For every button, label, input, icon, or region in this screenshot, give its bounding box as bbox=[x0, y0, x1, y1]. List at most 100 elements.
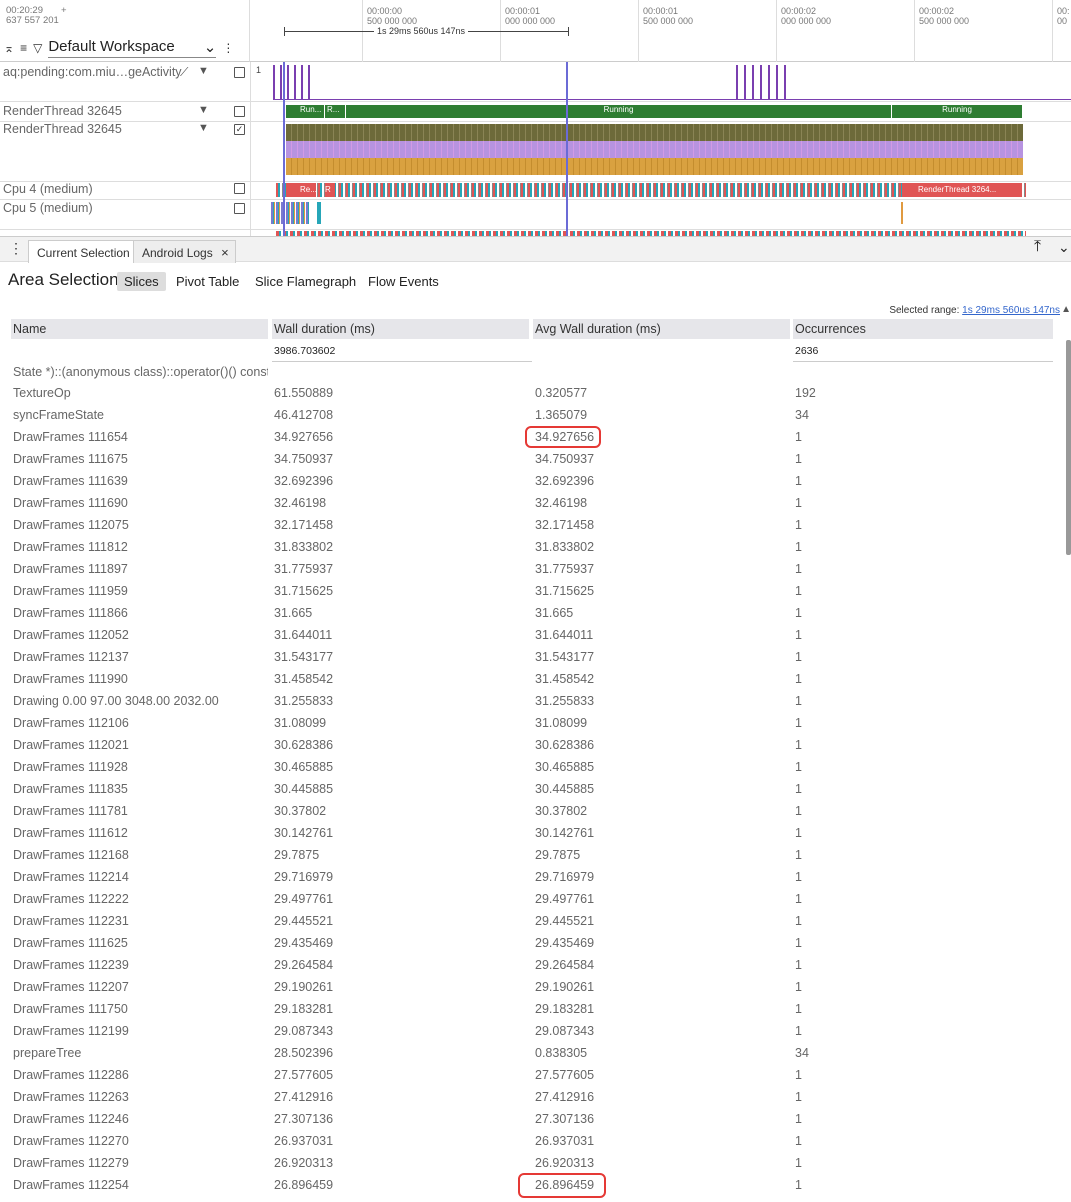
pin-icon[interactable]: ▼ bbox=[198, 65, 209, 77]
column-header-name[interactable]: Name bbox=[11, 319, 268, 339]
row-avg-wall-duration: 31.255833 bbox=[535, 694, 595, 708]
row-avg-wall-duration: 0.838305 bbox=[535, 1046, 588, 1060]
subtab-flow-events[interactable]: Flow Events bbox=[361, 272, 446, 291]
slice-running[interactable]: Run... bbox=[286, 105, 324, 118]
cpu-slice[interactable]: R bbox=[325, 183, 335, 197]
track-cpu4[interactable]: Cpu 4 (medium) Re... R RenderThread 3264… bbox=[0, 182, 1071, 200]
cpu-slices[interactable] bbox=[271, 202, 309, 224]
row-wall-duration: 28.502396 bbox=[274, 1046, 334, 1060]
tick-sub: 00 bbox=[1057, 16, 1068, 26]
row-wall-duration: 29.264584 bbox=[274, 958, 334, 972]
track-checkbox[interactable] bbox=[234, 183, 245, 194]
drag-handle-icon[interactable]: ⋮ bbox=[9, 240, 23, 257]
track-checkbox[interactable] bbox=[234, 203, 245, 214]
track-checkbox-checked[interactable]: ✓ bbox=[234, 124, 245, 135]
collapse-icon[interactable]: ⌅ bbox=[4, 41, 14, 55]
row-name: DrawFrames 111639 bbox=[13, 474, 128, 488]
tick-sub: 500 000 000 bbox=[919, 16, 970, 26]
subtab-slices[interactable]: Slices bbox=[117, 272, 166, 291]
subtab-slice-flamegraph[interactable]: Slice Flamegraph bbox=[248, 272, 363, 291]
slice-row-3[interactable] bbox=[286, 158, 1023, 175]
column-header-occurrences[interactable]: Occurrences bbox=[793, 319, 1053, 339]
row-name: DrawFrames 111866 bbox=[13, 606, 128, 620]
row-wall-duration: 31.775937 bbox=[274, 562, 334, 576]
tick-sub: 500 000 000 bbox=[643, 16, 694, 26]
slice-running[interactable]: R... bbox=[325, 105, 345, 118]
cpu-slice[interactable] bbox=[901, 202, 903, 224]
row-name: DrawFrames 112199 bbox=[13, 1024, 129, 1038]
track-renderthread[interactable]: RenderThread 32645 ▼ Run... R... Running… bbox=[0, 102, 1071, 122]
close-icon[interactable]: × bbox=[221, 245, 229, 260]
track-checkbox[interactable] bbox=[234, 106, 245, 117]
slice-row-1[interactable] bbox=[286, 124, 1023, 141]
slice-running[interactable]: Running bbox=[892, 105, 1022, 118]
plus-icon[interactable]: + bbox=[61, 6, 67, 16]
slice-row-2[interactable] bbox=[286, 141, 1023, 158]
details-panel-header: ⋮ Current Selection Android Logs × ⤒ ⌄ bbox=[0, 236, 1071, 263]
track-checkbox[interactable] bbox=[234, 67, 245, 78]
row-name: DrawFrames 112279 bbox=[13, 1156, 129, 1170]
row-name: DrawFrames 112207 bbox=[13, 980, 129, 994]
maximize-icon[interactable]: ⤒ bbox=[1034, 238, 1041, 256]
row-name: DrawFrames 112222 bbox=[13, 892, 129, 906]
cpu-slice[interactable]: RenderThread 3264... bbox=[902, 183, 1022, 197]
tick: 00:00:01 500 000 000 bbox=[638, 0, 693, 62]
row-name: DrawFrames 111654 bbox=[13, 430, 128, 444]
workspace-select[interactable]: Default Workspace ⌄ bbox=[48, 38, 217, 58]
row-occurrences: 1 bbox=[795, 958, 802, 972]
track-content bbox=[250, 200, 1071, 229]
row-name: DrawFrames 112231 bbox=[13, 914, 129, 928]
selection-start-line[interactable] bbox=[283, 62, 285, 236]
tick-time: 00:00:02 bbox=[781, 6, 817, 16]
row-wall-duration: 32.692396 bbox=[274, 474, 334, 488]
track-renderthread-slices[interactable]: RenderThread 32645 ▼ ✓ bbox=[0, 122, 1071, 182]
row-name: DrawFrames 112286 bbox=[13, 1068, 129, 1082]
row-wall-duration: 31.458542 bbox=[274, 672, 334, 686]
row-avg-wall-duration: 31.715625 bbox=[535, 584, 595, 598]
tab-current-selection[interactable]: Current Selection bbox=[28, 240, 139, 263]
cpu-slice[interactable]: Re... bbox=[286, 183, 317, 197]
row-wall-duration: 29.497761 bbox=[274, 892, 334, 906]
slice-running[interactable]: Running bbox=[346, 105, 891, 118]
tab-label: Android Logs bbox=[142, 246, 213, 260]
row-wall-duration: 31.665 bbox=[274, 606, 313, 620]
row-name: DrawFrames 111612 bbox=[13, 826, 128, 840]
row-name: DrawFrames 112263 bbox=[13, 1090, 129, 1104]
selected-range-info: Selected range: 1s 29ms 560us 147ns bbox=[889, 305, 1060, 316]
scrollbar[interactable] bbox=[1066, 340, 1071, 555]
row-occurrences: 1 bbox=[795, 870, 802, 884]
row-occurrences: 1 bbox=[795, 1090, 802, 1104]
selected-range-link[interactable]: 1s 29ms 560us 147ns bbox=[962, 305, 1060, 316]
row-avg-wall-duration: 29.445521 bbox=[535, 914, 595, 928]
pin-icon[interactable]: ▼ bbox=[198, 122, 209, 134]
row-name: DrawFrames 111781 bbox=[13, 804, 128, 818]
chevron-down-icon: ⌄ bbox=[203, 39, 217, 56]
column-header-wall-duration[interactable]: Wall duration (ms) bbox=[272, 319, 529, 339]
row-wall-duration: 29.445521 bbox=[274, 914, 334, 928]
cpu-slice[interactable] bbox=[317, 202, 321, 224]
row-avg-wall-duration: 27.577605 bbox=[535, 1068, 595, 1082]
chevron-down-icon[interactable]: ⌄ bbox=[1058, 239, 1070, 256]
more-icon[interactable]: ⋮ bbox=[222, 41, 234, 55]
sort-icon[interactable]: ≡ bbox=[20, 41, 27, 55]
scroll-up-icon[interactable]: ▲ bbox=[1061, 304, 1071, 315]
tick-sub: 000 000 000 bbox=[505, 16, 556, 26]
filter-icon[interactable]: ▽ bbox=[33, 41, 42, 55]
timeline-header-left: 00:20:29 + 637 557 201 ⌅ ≡ ▽ Default Wor… bbox=[0, 0, 250, 62]
row-avg-wall-duration: 27.412916 bbox=[535, 1090, 595, 1104]
tab-android-logs[interactable]: Android Logs × bbox=[133, 240, 236, 263]
row-avg-wall-duration: 30.37802 bbox=[535, 804, 588, 818]
track-aq-pending[interactable]: aq:pending:com.miu…geActivity ⟋ ▼ 1 bbox=[0, 62, 1071, 102]
row-avg-wall-duration: 30.628386 bbox=[535, 738, 595, 752]
pin-icon[interactable]: ▼ bbox=[198, 104, 209, 116]
row-wall-duration: 30.142761 bbox=[274, 826, 334, 840]
chart-icon[interactable]: ⟋ bbox=[180, 65, 188, 80]
row-name: DrawFrames 111625 bbox=[13, 936, 128, 950]
column-header-avg-wall-duration[interactable]: Avg Wall duration (ms) bbox=[533, 319, 790, 339]
row-wall-duration: 31.543177 bbox=[274, 650, 334, 664]
row-wall-duration: 31.08099 bbox=[274, 716, 327, 730]
subtab-pivot-table[interactable]: Pivot Table bbox=[169, 272, 246, 291]
track-cpu5[interactable]: Cpu 5 (medium) bbox=[0, 200, 1071, 230]
row-wall-duration: 31.833802 bbox=[274, 540, 334, 554]
selection-end-line[interactable] bbox=[566, 62, 568, 236]
